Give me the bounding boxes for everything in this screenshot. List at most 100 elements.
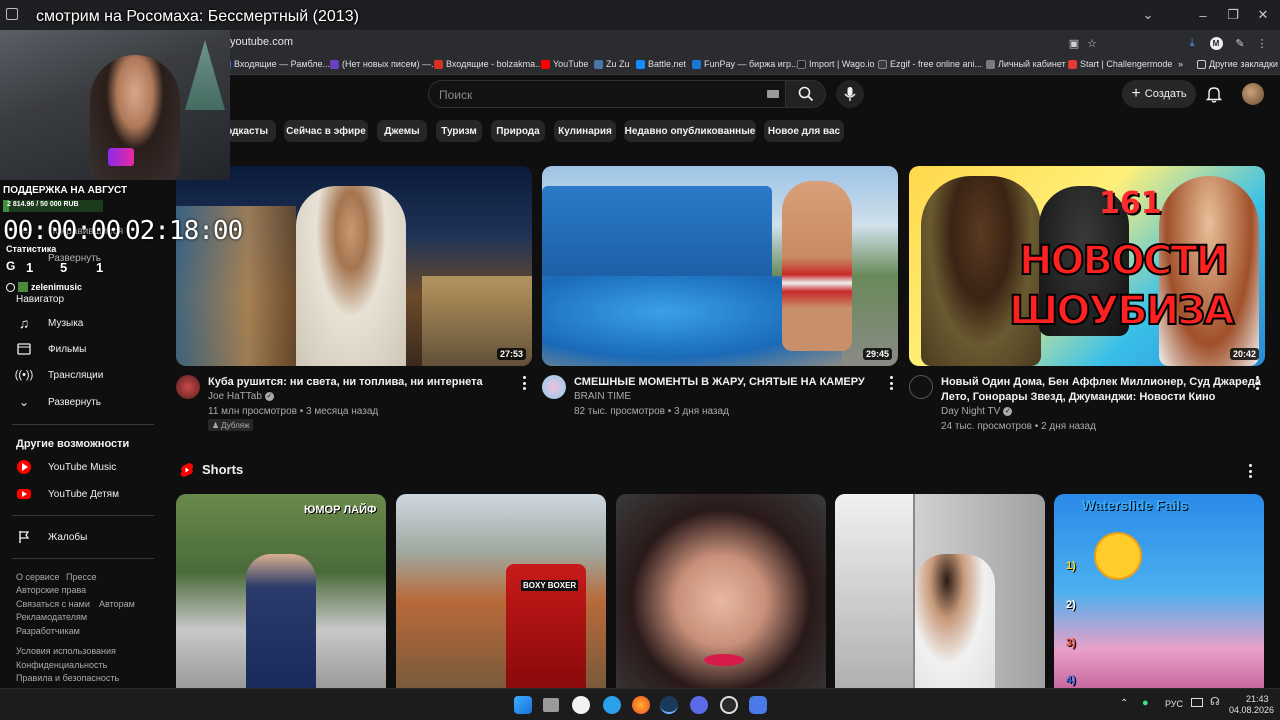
discord-icon[interactable]: [690, 696, 708, 714]
footer-link-terms[interactable]: Условия использования: [16, 646, 116, 656]
bookmark-item[interactable]: FunPay — биржа игр...: [692, 59, 799, 69]
video-title[interactable]: Новый Один Дома, Бен Аффлек Миллионер, С…: [941, 375, 1261, 405]
video-title[interactable]: Куба рушится: ни света, ни топлива, ни и…: [208, 375, 483, 390]
channel-avatar[interactable]: [542, 375, 566, 399]
thumb-man-figure: [296, 186, 406, 366]
chip-tourism[interactable]: Туризм: [436, 120, 482, 142]
footer-link-creators[interactable]: Авторам: [99, 599, 135, 609]
footer-link-about[interactable]: О сервисе: [16, 572, 59, 582]
footer-link-developers[interactable]: Разработчикам: [16, 626, 80, 636]
video-thumbnail[interactable]: 27:53: [176, 166, 532, 366]
short-thumbnail[interactable]: Waterslide Fails 1) 2) 3) 4): [1054, 494, 1264, 688]
url-text[interactable]: youtube.com: [230, 36, 293, 48]
thumb-caption-line1: НОВОСТИ: [1018, 237, 1230, 285]
video-channel[interactable]: BRAIN TIME: [574, 391, 631, 402]
bookmark-item[interactable]: Ezgif - free online ani...: [878, 59, 982, 69]
tab-search-icon[interactable]: [6, 8, 18, 20]
yandex-browser-icon[interactable]: [572, 696, 590, 714]
video-channel[interactable]: Joe HaTTab ✓: [208, 391, 274, 402]
video-menu-icon[interactable]: [1252, 376, 1262, 390]
short-thumbnail[interactable]: [835, 494, 1045, 688]
tab-list-chevron-icon[interactable]: ⌄: [1133, 4, 1163, 26]
sidebar-item-youtube-music[interactable]: YouTube Music: [0, 454, 160, 480]
sidebar-item-expand[interactable]: ⌄ Развернуть: [0, 389, 160, 415]
video-thumbnail[interactable]: 161 НОВОСТИ ШОУБИЗА 20:42: [909, 166, 1265, 366]
short-thumbnail[interactable]: [616, 494, 826, 688]
obs-icon[interactable]: [720, 696, 738, 714]
video-channel[interactable]: Day Night TV ✓: [941, 406, 1013, 417]
sidebar-item-youtube-kids[interactable]: YouTube Детям: [0, 481, 160, 507]
video-thumbnail[interactable]: 29:45: [542, 166, 898, 366]
close-window-button[interactable]: ✕: [1248, 4, 1278, 26]
search-button[interactable]: [786, 80, 826, 108]
windows-start-icon[interactable]: [514, 696, 532, 714]
bookmark-item[interactable]: Battle.net: [636, 59, 686, 69]
sidebar-item-music[interactable]: ♫ Музыка: [0, 310, 160, 336]
clock-date[interactable]: 04.08.2026: [1229, 705, 1274, 715]
bookmark-item[interactable]: Import | Wago.io: [797, 59, 875, 69]
sidebar-item-reports[interactable]: Жалобы: [0, 524, 160, 550]
short-face-lips: [704, 654, 744, 666]
search-input[interactable]: [439, 86, 739, 104]
install-app-icon[interactable]: ▣: [1066, 35, 1082, 51]
task-view-icon[interactable]: [543, 698, 559, 712]
chip-new-to-you[interactable]: Новое для вас: [764, 120, 844, 142]
dubbed-badge: ♟ Дубляж: [208, 419, 254, 431]
bookmark-item[interactable]: (Нет новых писем) —...: [330, 59, 439, 69]
account-avatar[interactable]: [1242, 83, 1264, 105]
channel-avatar[interactable]: [176, 375, 200, 399]
minimize-button[interactable]: –: [1188, 4, 1218, 26]
maximize-button[interactable]: ❐: [1218, 4, 1248, 26]
short-thumbnail[interactable]: ЮМОР ЛАЙФ: [176, 494, 386, 688]
chip-recently-uploaded[interactable]: Недавно опубликованные: [624, 120, 756, 142]
video-menu-icon[interactable]: [519, 376, 529, 390]
chip-nature[interactable]: Природа: [491, 120, 545, 142]
download-icon[interactable]: ⤓: [1184, 35, 1200, 51]
short-thumbnail[interactable]: BOXY BOXER: [396, 494, 606, 688]
chip-cooking[interactable]: Кулинария: [554, 120, 616, 142]
tray-language[interactable]: РУС: [1165, 699, 1183, 709]
microphone-icon: [844, 87, 856, 101]
bookmark-star-icon[interactable]: ☆: [1084, 35, 1100, 51]
extensions-icon[interactable]: ✎: [1232, 35, 1248, 51]
create-button[interactable]: + Создать: [1122, 80, 1196, 108]
voice-search-button[interactable]: [836, 80, 864, 108]
bookmark-item[interactable]: Zu Zu: [594, 59, 630, 69]
bookmark-item[interactable]: YouTube: [541, 59, 588, 69]
clock-time[interactable]: 21:43: [1246, 694, 1269, 704]
browser-menu-icon[interactable]: ⋮: [1254, 35, 1270, 51]
footer-link-policy-safety[interactable]: Правила и безопасность: [16, 673, 119, 683]
bookmarks-overflow-icon[interactable]: »: [1178, 59, 1183, 69]
other-bookmarks[interactable]: Другие закладки: [1197, 59, 1278, 69]
video-menu-icon[interactable]: [886, 376, 896, 390]
chip-jams[interactable]: Джемы: [377, 120, 427, 142]
sidebar-item-live[interactable]: ((•)) Трансляции: [0, 362, 160, 388]
bookmark-item[interactable]: Start | Challengermode: [1068, 59, 1172, 69]
bookmark-item[interactable]: Входящие — Рамбле...: [222, 59, 330, 69]
firefox-icon[interactable]: [632, 696, 650, 714]
tray-chevron-icon[interactable]: ⌃: [1120, 698, 1128, 709]
footer-link-privacy[interactable]: Конфиденциальность: [16, 660, 107, 670]
channel-avatar[interactable]: [909, 375, 933, 399]
tray-network-icon[interactable]: ☊: [1210, 695, 1220, 708]
footer-link-contact[interactable]: Связаться с нами: [16, 599, 90, 609]
tray-display-icon[interactable]: [1191, 698, 1203, 707]
sidebar-item-films[interactable]: Фильмы: [0, 336, 160, 362]
bookmark-item[interactable]: Личный кабинет: [986, 59, 1066, 69]
music-avatar-icon: [18, 282, 28, 292]
shorts-menu-icon[interactable]: [1245, 464, 1255, 478]
telegram-icon[interactable]: [603, 696, 621, 714]
tray-mic-icon[interactable]: ●: [1142, 697, 1149, 709]
footer-link-advertisers[interactable]: Рекламодателям: [16, 612, 87, 622]
bookmark-item[interactable]: Входящие - bolzakma...: [434, 59, 543, 69]
footer-link-copyright[interactable]: Авторские права: [16, 585, 86, 595]
search-box[interactable]: [428, 80, 786, 108]
steam-icon[interactable]: [660, 696, 678, 714]
chip-live-now[interactable]: Сейчас в эфире: [284, 120, 368, 142]
footer-link-press[interactable]: Прессе: [66, 572, 97, 582]
video-title[interactable]: СМЕШНЫЕ МОМЕНТЫ В ЖАРУ, СНЯТЫЕ НА КАМЕРУ: [574, 375, 865, 390]
keyboard-icon[interactable]: [767, 90, 779, 98]
app-icon[interactable]: [749, 696, 767, 714]
notifications-button[interactable]: [1202, 82, 1226, 106]
profile-m-icon[interactable]: M: [1208, 35, 1224, 51]
